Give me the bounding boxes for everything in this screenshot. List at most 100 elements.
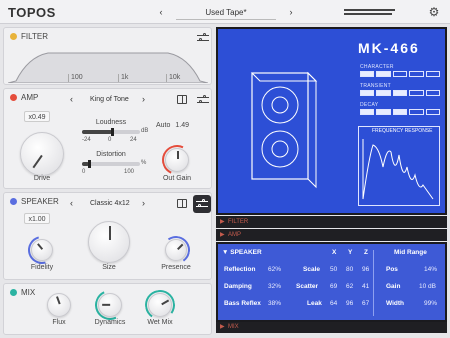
flux-label: Flux bbox=[52, 319, 66, 326]
auto-gain-display[interactable]: Auto 1.49 bbox=[156, 122, 189, 129]
reflection-value[interactable]: 62% bbox=[268, 266, 281, 273]
section-speaker-header[interactable]: ▼ SPEAKER bbox=[222, 249, 262, 256]
pos-value[interactable]: 14% bbox=[424, 266, 437, 273]
filter-title-label: FILTER bbox=[21, 32, 48, 41]
damping-label: Damping bbox=[224, 283, 252, 290]
speaker-params-table: ▼ SPEAKER X Y Z Mid Range Reflection 62%… bbox=[216, 242, 447, 322]
section-mix-label: MIX bbox=[228, 324, 239, 330]
meter-bar-left bbox=[344, 9, 395, 11]
gear-icon[interactable]: ⚙ bbox=[428, 6, 440, 18]
freq-label-1k: 1k bbox=[121, 74, 129, 81]
speaker-browse-icon[interactable] bbox=[177, 199, 187, 208]
speaker-settings-button[interactable] bbox=[193, 195, 211, 213]
filter-settings-icon[interactable] bbox=[197, 33, 209, 43]
mix-power-dot[interactable] bbox=[10, 289, 17, 296]
transient-label: TRANSIENT bbox=[360, 83, 392, 89]
character-bar[interactable] bbox=[360, 71, 441, 77]
scale-label: Scale bbox=[303, 266, 320, 273]
speaker-panel: SPEAKER ‹ Classic 4x12 › x1.00 Fidelity … bbox=[3, 192, 212, 280]
loudness-unit: dB bbox=[141, 128, 149, 134]
mix-title[interactable]: MIX bbox=[10, 288, 35, 297]
speaker-model-name[interactable]: Classic 4x12 bbox=[90, 200, 130, 207]
section-filter-header[interactable]: ▶ FILTER bbox=[216, 216, 447, 228]
table-divider bbox=[373, 250, 374, 316]
freq-tick-1k bbox=[118, 74, 119, 82]
scatter-x[interactable]: 69 bbox=[330, 283, 337, 290]
dynamics-knob[interactable] bbox=[98, 293, 122, 317]
collapse-icon: ▼ bbox=[222, 249, 229, 256]
amp-browse-icon[interactable] bbox=[177, 95, 187, 104]
decay-bar[interactable] bbox=[360, 109, 441, 115]
gain-value[interactable]: 10 dB bbox=[419, 283, 436, 290]
scale-x[interactable]: 50 bbox=[330, 266, 337, 273]
preset-prev-button[interactable]: ‹ bbox=[156, 6, 166, 19]
distortion-unit: % bbox=[141, 160, 147, 166]
amp-power-dot[interactable] bbox=[10, 94, 17, 101]
col-z-header: Z bbox=[364, 249, 368, 256]
transient-bar[interactable] bbox=[360, 90, 441, 96]
speaker-cabinet-icon bbox=[250, 71, 318, 189]
output-meter bbox=[344, 9, 412, 17]
expand-icon: ▶ bbox=[220, 324, 225, 330]
section-mix-header[interactable]: ▶ MIX bbox=[216, 322, 447, 333]
amp-multiplier[interactable]: x0.49 bbox=[24, 111, 50, 122]
frequency-response-box bbox=[358, 126, 440, 206]
expand-icon: ▶ bbox=[220, 232, 225, 238]
wetmix-label: Wet Mix bbox=[147, 319, 173, 326]
leak-label: Leak bbox=[307, 300, 322, 307]
drive-knob[interactable] bbox=[20, 132, 64, 176]
loudness-label: Loudness bbox=[95, 119, 127, 126]
amp-title[interactable]: AMP bbox=[10, 93, 38, 102]
auto-label: Auto bbox=[156, 122, 171, 129]
amp-model-next-button[interactable]: › bbox=[142, 94, 145, 104]
col-x-header: X bbox=[332, 249, 337, 256]
speaker-multiplier[interactable]: x1.00 bbox=[24, 213, 50, 224]
speaker-power-dot[interactable] bbox=[10, 198, 17, 205]
mix-panel: MIX Flux Dynamics Wet Mix bbox=[3, 283, 212, 335]
speaker-settings-icon bbox=[196, 199, 208, 209]
model-name: MK-466 bbox=[358, 40, 420, 56]
section-amp-header[interactable]: ▶ AMP bbox=[216, 229, 447, 241]
flux-knob[interactable] bbox=[47, 293, 71, 317]
distortion-label: Distortion bbox=[96, 151, 126, 158]
loudness-slider[interactable] bbox=[82, 128, 140, 136]
width-value[interactable]: 99% bbox=[424, 300, 437, 307]
width-label: Width bbox=[386, 300, 404, 307]
preset-selector[interactable]: ‹ Used Tape* › bbox=[156, 6, 296, 20]
speaker-title-label: SPEAKER bbox=[21, 197, 59, 206]
presence-knob[interactable] bbox=[165, 239, 187, 261]
speaker-model-prev-button[interactable]: ‹ bbox=[70, 198, 73, 208]
freq-tick-100 bbox=[68, 74, 69, 82]
distortion-max: 100 bbox=[124, 169, 135, 175]
preset-next-button[interactable]: › bbox=[286, 6, 296, 19]
speaker-title[interactable]: SPEAKER bbox=[10, 197, 59, 206]
damping-value[interactable]: 32% bbox=[268, 283, 281, 290]
scatter-y[interactable]: 62 bbox=[346, 283, 353, 290]
bass-reflex-value[interactable]: 38% bbox=[268, 300, 281, 307]
speaker-model-next-button[interactable]: › bbox=[142, 198, 145, 208]
scatter-label: Scatter bbox=[296, 283, 319, 290]
size-knob[interactable] bbox=[88, 221, 130, 263]
amp-model-name[interactable]: King of Tone bbox=[90, 96, 129, 103]
leak-x[interactable]: 64 bbox=[330, 300, 337, 307]
amp-settings-icon[interactable] bbox=[197, 95, 209, 105]
scale-z[interactable]: 96 bbox=[362, 266, 369, 273]
scatter-z[interactable]: 41 bbox=[362, 283, 369, 290]
filter-power-dot[interactable] bbox=[10, 33, 17, 40]
amp-title-label: AMP bbox=[21, 93, 39, 102]
wetmix-knob[interactable] bbox=[148, 293, 172, 317]
col-y-header: Y bbox=[348, 249, 353, 256]
scale-y[interactable]: 80 bbox=[346, 266, 353, 273]
leak-y[interactable]: 96 bbox=[346, 300, 353, 307]
distortion-slider[interactable] bbox=[82, 160, 140, 168]
leak-z[interactable]: 67 bbox=[362, 300, 369, 307]
preset-name[interactable]: Used Tape* bbox=[176, 6, 276, 20]
distortion-min: 0 bbox=[82, 169, 86, 175]
top-bar: TOPOS ‹ Used Tape* › ⚙ bbox=[0, 0, 450, 24]
amp-model-prev-button[interactable]: ‹ bbox=[70, 94, 73, 104]
fidelity-knob[interactable] bbox=[31, 239, 53, 261]
out-gain-knob[interactable] bbox=[165, 148, 189, 172]
mid-range-header: Mid Range bbox=[394, 249, 427, 256]
filter-title[interactable]: FILTER bbox=[10, 32, 48, 41]
bass-reflex-label: Bass Reflex bbox=[224, 300, 261, 307]
